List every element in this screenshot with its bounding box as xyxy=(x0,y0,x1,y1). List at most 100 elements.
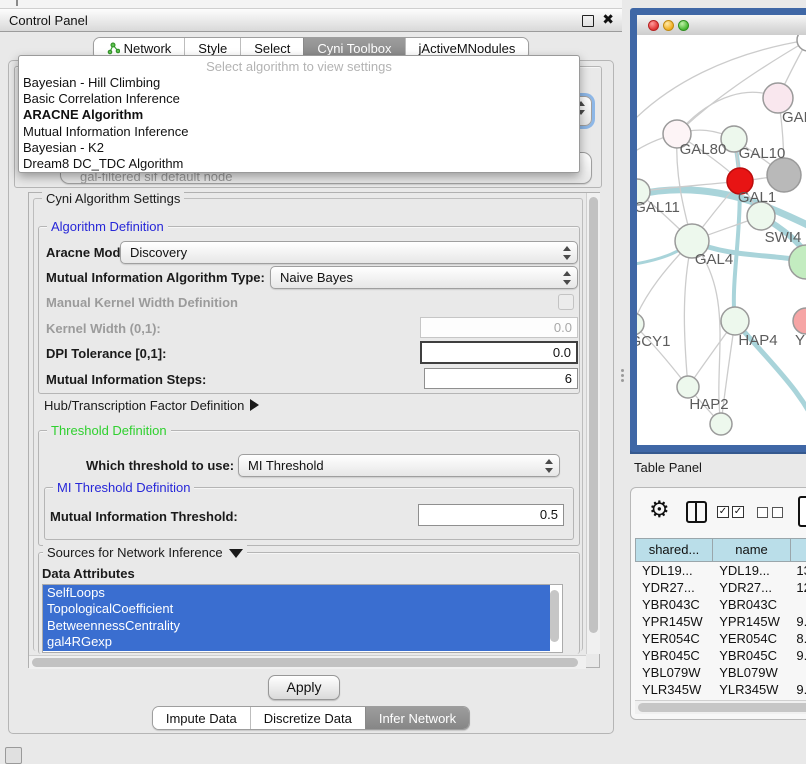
splitter-handle-icon[interactable] xyxy=(621,369,624,372)
algorithm-option[interactable]: Mutual Information Inference xyxy=(19,124,579,140)
table-cell: YDL19... xyxy=(712,562,789,579)
network-view-window[interactable]: GALGAL80GAL10GAL1GAL11SWI4GAL4GCY1HAP4YH… xyxy=(630,8,806,452)
splitter-handle-icon[interactable] xyxy=(621,379,624,382)
deselect-all-checkbox-icon[interactable] xyxy=(772,507,783,518)
table-cell: 13 xyxy=(789,562,806,579)
attribute-item[interactable]: BetweennessCentrality xyxy=(43,618,550,634)
manual-kernel-checkbox[interactable] xyxy=(558,294,574,310)
mi-steps-field[interactable]: 6 xyxy=(424,368,578,389)
network-node[interactable] xyxy=(793,308,806,334)
mi-threshold-field[interactable]: 0.5 xyxy=(418,504,564,526)
sources-title-toggle[interactable]: Sources for Network Inference xyxy=(43,545,247,560)
control-panel-top-strip xyxy=(0,0,622,8)
new-table-icon[interactable] xyxy=(798,496,806,527)
table-horizontal-scrollbar[interactable] xyxy=(635,700,806,714)
algorithm-definition-title: Algorithm Definition xyxy=(47,219,168,234)
table-cell: YBL079W xyxy=(712,664,789,681)
manual-kernel-label: Manual Kernel Width Definition xyxy=(46,295,238,310)
table-row[interactable]: YBR043CYBR043C xyxy=(635,596,806,613)
scrollbar-thumb[interactable] xyxy=(32,658,578,667)
algorithm-option[interactable]: ARACNE Algorithm xyxy=(19,107,579,123)
show-columns-icon[interactable] xyxy=(686,501,707,523)
network-icon xyxy=(107,42,120,55)
select-all-checkbox-icon[interactable]: ✓ xyxy=(732,506,744,518)
table-header-cell[interactable]: shared... xyxy=(635,538,713,562)
table-cell: 12 xyxy=(789,579,806,596)
splitter-handle-icon[interactable] xyxy=(621,374,624,377)
data-attributes-list[interactable]: SelfLoopsTopologicalCoefficientBetweenne… xyxy=(42,584,563,653)
attribute-item[interactable]: SelfLoops xyxy=(43,585,550,601)
table-rows: YDL19...YDL19...13YDR27...YDR27...12YBR0… xyxy=(635,562,806,702)
table-header-cell[interactable]: name xyxy=(713,538,791,562)
network-node[interactable] xyxy=(677,376,699,398)
table-cell: YBR043C xyxy=(635,596,712,613)
table-row[interactable]: YLR345WYLR345W9. xyxy=(635,681,806,698)
network-node[interactable] xyxy=(721,307,749,335)
aracne-mode-combo[interactable]: Discovery xyxy=(120,241,578,264)
deselect-all-checkbox-icon[interactable] xyxy=(757,507,768,518)
network-node[interactable] xyxy=(767,158,801,192)
table-header-cell[interactable]: A xyxy=(791,538,806,562)
node-label: GCY1 xyxy=(637,333,670,350)
network-node[interactable] xyxy=(637,313,644,335)
algorithm-option[interactable]: Bayesian - Hill Climbing xyxy=(19,75,579,91)
table-cell: YPR145W xyxy=(635,613,712,630)
table-row[interactable]: YBL079WYBL079W xyxy=(635,664,806,681)
attribute-item[interactable]: TopologicalCoefficient xyxy=(43,601,550,617)
network-node[interactable] xyxy=(797,35,806,51)
apply-button[interactable]: Apply xyxy=(268,675,340,700)
network-window-titlebar[interactable] xyxy=(637,15,806,36)
tab-discretize-data[interactable]: Discretize Data xyxy=(250,707,365,729)
table-panel-window: ⚙ ✓ ✓ shared...nameA YDL19...YDL19...13Y… xyxy=(630,487,806,720)
network-node[interactable] xyxy=(747,202,775,230)
table-row[interactable]: YPR145WYPR145W9. xyxy=(635,613,806,630)
float-window-icon[interactable] xyxy=(582,15,594,27)
algorithm-option[interactable]: Bayesian - K2 xyxy=(19,140,579,156)
table-cell: 9. xyxy=(789,613,806,630)
node-label: GAL80 xyxy=(680,141,727,158)
select-all-checkbox-icon[interactable]: ✓ xyxy=(717,506,729,518)
mi-type-value: Naive Bayes xyxy=(280,270,353,285)
collapsed-panel-icon[interactable] xyxy=(5,747,22,764)
table-row[interactable]: YDR27...YDR27...12 xyxy=(635,579,806,596)
node-label: HAP4 xyxy=(738,332,777,349)
expand-down-icon xyxy=(229,549,243,558)
tab-label: Discretize Data xyxy=(264,708,352,729)
network-node[interactable] xyxy=(710,413,732,435)
node-label: HAP2 xyxy=(689,396,728,413)
zoom-traffic-light-icon[interactable] xyxy=(678,20,689,31)
close-icon[interactable]: ✖ xyxy=(602,11,614,28)
network-canvas[interactable]: GALGAL80GAL10GAL1GAL11SWI4GAL4GCY1HAP4YH… xyxy=(637,35,806,445)
hub-section-toggle[interactable]: Hub/Transcription Factor Definition xyxy=(44,398,259,413)
close-traffic-light-icon[interactable] xyxy=(648,20,659,31)
table-row[interactable]: YBR045CYBR045C9. xyxy=(635,647,806,664)
minimize-traffic-light-icon[interactable] xyxy=(663,20,674,31)
kernel-width-field[interactable]: 0.0 xyxy=(420,317,578,338)
attribute-item[interactable]: gal4RGexp xyxy=(43,634,550,650)
tab-infer-network[interactable]: Infer Network xyxy=(365,707,469,729)
expand-right-icon xyxy=(250,399,259,411)
mi-threshold-label: Mutual Information Threshold: xyxy=(50,509,238,524)
node-label: GAL xyxy=(782,109,806,126)
list-scrollbar-thumb[interactable] xyxy=(550,590,559,642)
table-row[interactable]: YDL19...YDL19...13 xyxy=(635,562,806,579)
gear-icon[interactable]: ⚙ xyxy=(649,497,670,521)
settings-horizontal-scrollbar[interactable] xyxy=(29,655,586,669)
scrollbar-thumb[interactable] xyxy=(589,197,598,633)
mi-type-combo[interactable]: Naive Bayes xyxy=(270,266,578,289)
node-label: GAL4 xyxy=(695,251,733,268)
table-cell: YBL079W xyxy=(635,664,712,681)
tab-impute-data[interactable]: Impute Data xyxy=(153,707,250,729)
scrollbar-thumb[interactable] xyxy=(638,703,806,712)
algorithm-option[interactable]: Basic Correlation Inference xyxy=(19,91,579,107)
combo-arrows-icon xyxy=(544,458,553,474)
algorithm-option[interactable]: Dream8 DC_TDC Algorithm xyxy=(19,156,579,172)
table-row[interactable]: YER054CYER054C8. xyxy=(635,630,806,647)
dpi-tolerance-field[interactable]: 0.0 xyxy=(420,341,578,364)
network-node[interactable] xyxy=(789,245,806,279)
mi-threshold-definition-title: MI Threshold Definition xyxy=(53,480,194,495)
settings-vertical-scrollbar[interactable] xyxy=(586,193,600,654)
table-cell: YLR345W xyxy=(635,681,712,698)
control-panel-title: Control Panel xyxy=(9,13,88,28)
which-threshold-combo[interactable]: MI Threshold xyxy=(238,454,560,477)
